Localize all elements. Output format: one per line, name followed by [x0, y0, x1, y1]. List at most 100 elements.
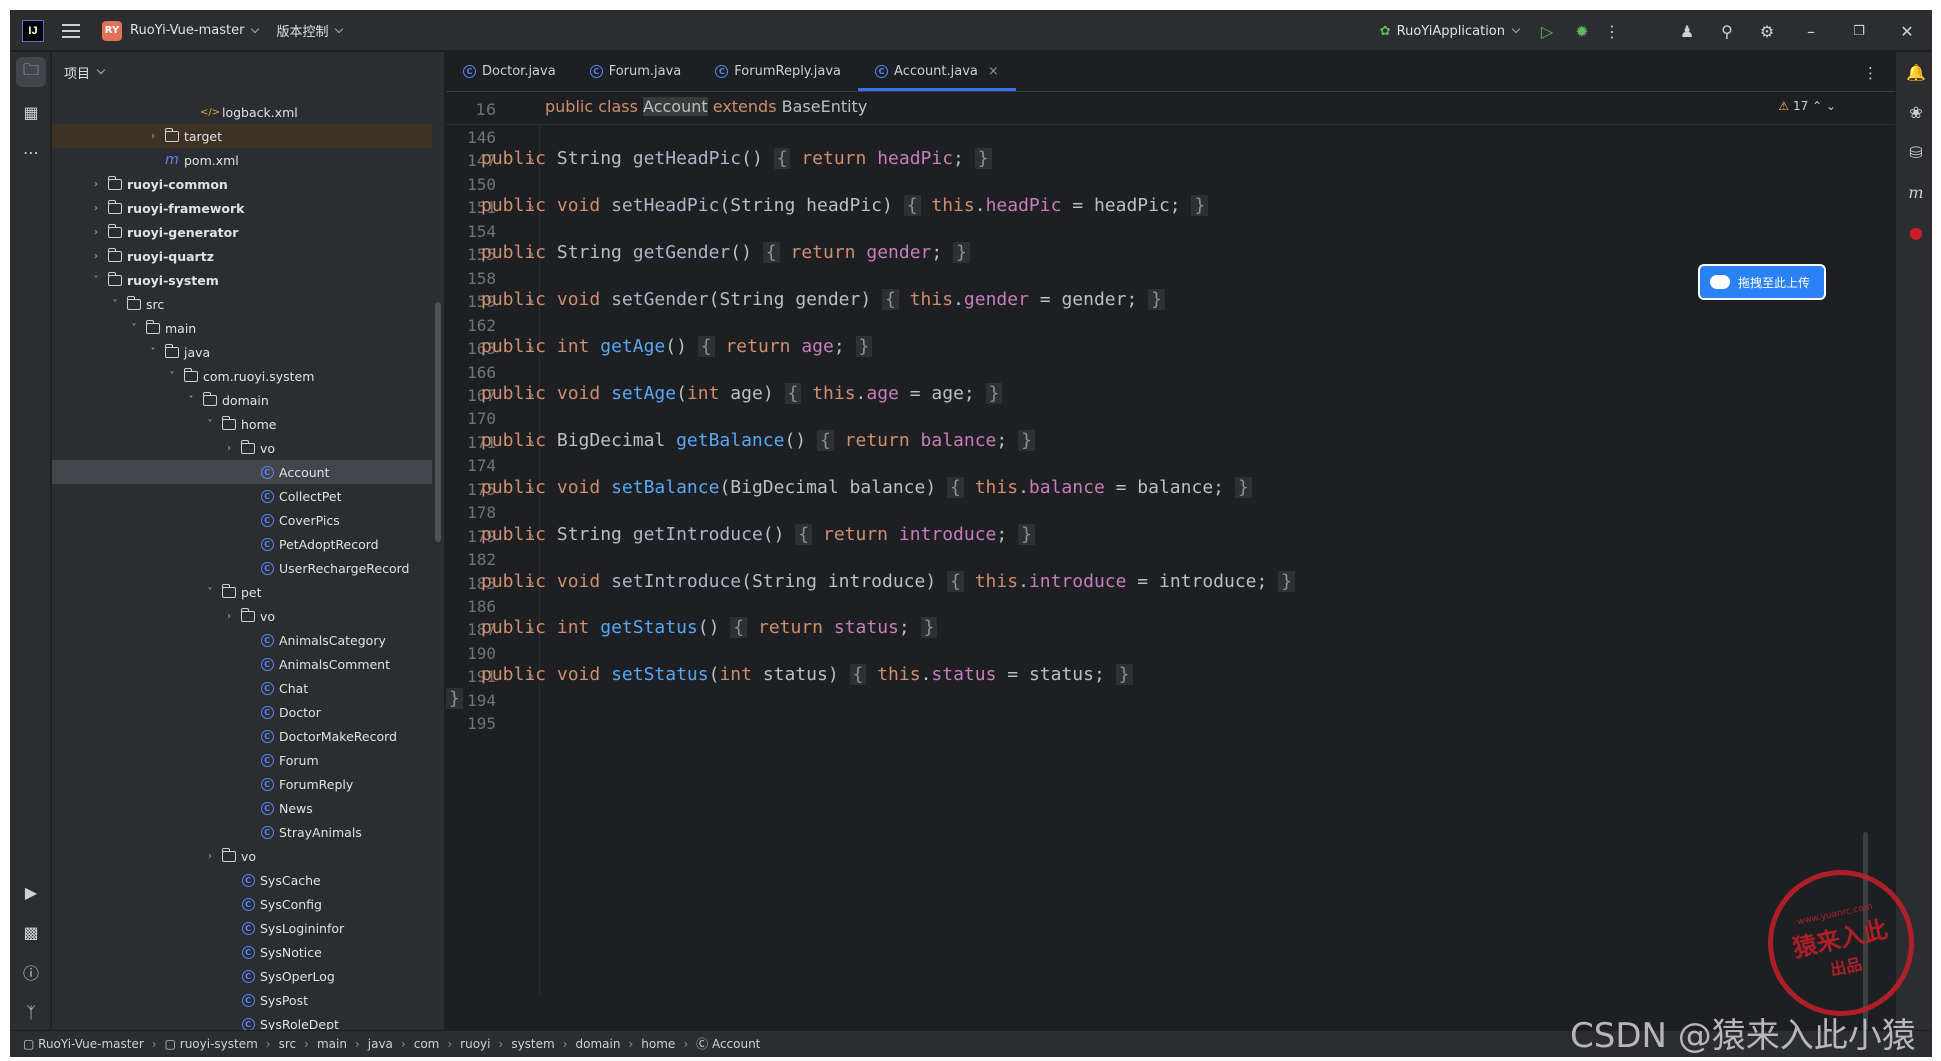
tree-item-ruoyi-quartz[interactable]: › ruoyi-quartz	[52, 244, 432, 268]
chevron-right-icon[interactable]	[243, 731, 253, 741]
chevron-right-icon[interactable]	[224, 947, 234, 957]
chevron-right-icon[interactable]	[224, 923, 234, 933]
tree-item-pet[interactable]: ˅ pet	[52, 580, 432, 604]
chevron-right-icon[interactable]	[224, 1019, 234, 1029]
breadcrumb-item[interactable]: com	[414, 1037, 440, 1051]
more-icon[interactable]: ⋮	[1597, 11, 1627, 51]
maven-icon[interactable]: m	[1896, 172, 1931, 212]
chevron-right-icon[interactable]	[243, 827, 253, 837]
debug-icon[interactable]: ✹	[1567, 11, 1597, 51]
breadcrumb-item[interactable]: ruoyi	[460, 1037, 490, 1051]
tree-item-coverpics[interactable]: C CoverPics	[52, 508, 432, 532]
tree-item-sysoperlog[interactable]: C SysOperLog	[52, 964, 432, 988]
tree-item-forum[interactable]: C Forum	[52, 748, 432, 772]
chevron-right-icon[interactable]: ›	[91, 203, 101, 214]
chevron-right-icon[interactable]	[243, 755, 253, 765]
tree-item-src[interactable]: ˅ src	[52, 292, 432, 316]
chevron-down-icon[interactable]: ˅	[167, 371, 177, 382]
tree-item-doctormakerecord[interactable]: C DoctorMakeRecord	[52, 724, 432, 748]
chevron-right-icon[interactable]	[243, 539, 253, 549]
chevron-right-icon[interactable]	[243, 563, 253, 573]
tree-item-sysnotice[interactable]: C SysNotice	[52, 940, 432, 964]
chevron-right-icon[interactable]: ›	[91, 179, 101, 190]
project-panel-header[interactable]: 项目	[52, 52, 444, 92]
upload-drop-button[interactable]: 拖拽至此上传	[1698, 264, 1826, 300]
tree-item-com-ruoyi-system[interactable]: ˅ com.ruoyi.system	[52, 364, 432, 388]
chevron-down-icon[interactable]: ˅	[205, 587, 215, 598]
settings-gear-icon[interactable]: ⚙	[1747, 11, 1787, 51]
tree-item-news[interactable]: C News	[52, 796, 432, 820]
breadcrumb-item[interactable]: ▢ RuoYi-Vue-master	[23, 1037, 144, 1051]
tree-item-pom-xml[interactable]: m pom.xml	[52, 148, 432, 172]
sticky-header-line[interactable]: 16 public class Account extends BaseEnti…	[446, 93, 1896, 125]
tree-item-sysconfig[interactable]: C SysConfig	[52, 892, 432, 916]
tree-item-vo[interactable]: › vo	[52, 844, 432, 868]
tab-account-java[interactable]: C Account.java ×	[858, 51, 1016, 91]
tab-forumreply-java[interactable]: C ForumReply.java	[698, 51, 858, 91]
chevron-down-icon[interactable]: ˅	[129, 323, 139, 334]
chevron-right-icon[interactable]: ›	[91, 227, 101, 238]
run-config-dropdown[interactable]: ✿ RuoYiApplication	[1380, 24, 1521, 39]
tree-item-strayanimals[interactable]: C StrayAnimals	[52, 820, 432, 844]
tree-item-syslogininfor[interactable]: C SysLogininfor	[52, 916, 432, 940]
tree-item-vo[interactable]: › vo	[52, 604, 432, 628]
chevron-down-icon[interactable]: ˅	[110, 299, 120, 310]
tab-doctor-java[interactable]: C Doctor.java	[446, 51, 573, 91]
project-folder-icon[interactable]: 🗀	[16, 57, 46, 87]
chevron-right-icon[interactable]	[243, 659, 253, 669]
add-user-icon[interactable]: ♟	[1667, 11, 1707, 51]
intellij-logo-icon[interactable]: IJ	[22, 19, 44, 42]
tree-item-sysroledept[interactable]: C SysRoleDept	[52, 1012, 432, 1032]
project-scrollbar[interactable]	[435, 302, 441, 542]
chevron-right-icon[interactable]	[224, 899, 234, 909]
tree-item-ruoyi-common[interactable]: › ruoyi-common	[52, 172, 432, 196]
breadcrumb-item[interactable]: src	[279, 1037, 297, 1051]
git-branch-icon[interactable]: ᛉ	[11, 992, 51, 1032]
restore-icon[interactable]: ❐	[1835, 11, 1883, 51]
tree-item-userrechargerecord[interactable]: C UserRechargeRecord	[52, 556, 432, 580]
run-icon[interactable]: ▷	[1527, 11, 1567, 51]
tabs-more-icon[interactable]: ⋮	[1863, 64, 1878, 82]
tree-item-domain[interactable]: ˅ domain	[52, 388, 432, 412]
chevron-right-icon[interactable]: ›	[224, 611, 234, 622]
tree-item-ruoyi-framework[interactable]: › ruoyi-framework	[52, 196, 432, 220]
vcs-dropdown[interactable]: 版本控制	[276, 21, 328, 40]
tree-item-animalscategory[interactable]: C AnimalsCategory	[52, 628, 432, 652]
chevron-right-icon[interactable]: ›	[224, 443, 234, 454]
terminal-icon[interactable]: ▩	[11, 912, 51, 952]
tree-item-home[interactable]: ˅ home	[52, 412, 432, 436]
chevron-right-icon[interactable]	[243, 803, 253, 813]
tree-item-forumreply[interactable]: C ForumReply	[52, 772, 432, 796]
breadcrumb-item[interactable]: java	[368, 1037, 393, 1051]
breadcrumb-item[interactable]: system	[511, 1037, 554, 1051]
chevron-down-icon[interactable]: ˅	[205, 419, 215, 430]
project-badge[interactable]: RY	[102, 20, 122, 41]
chevron-right-icon[interactable]	[224, 971, 234, 981]
tree-item-ruoyi-system[interactable]: ˅ ruoyi-system	[52, 268, 432, 292]
tree-item-vo[interactable]: › vo	[52, 436, 432, 460]
ai-assistant-icon[interactable]: ❀	[1896, 92, 1931, 132]
tree-item-chat[interactable]: C Chat	[52, 676, 432, 700]
tree-item-collectpet[interactable]: C CollectPet	[52, 484, 432, 508]
tree-item-target[interactable]: › target	[52, 124, 432, 148]
chevron-down-icon[interactable]: ˅	[91, 275, 101, 286]
plugin-icon[interactable]: ●	[1896, 212, 1931, 252]
problems-icon[interactable]: ⓘ	[11, 952, 51, 992]
tree-item-doctor[interactable]: C Doctor	[52, 700, 432, 724]
chevron-right-icon[interactable]	[243, 683, 253, 693]
tree-item-java[interactable]: ˅ java	[52, 340, 432, 364]
breadcrumb-item[interactable]: home	[641, 1037, 675, 1051]
tab-forum-java[interactable]: C Forum.java	[573, 51, 699, 91]
tree-item-logback-xml[interactable]: </> logback.xml	[52, 100, 432, 124]
project-name-dropdown[interactable]: RuoYi-Vue-master	[130, 23, 244, 38]
chevron-right-icon[interactable]	[186, 107, 196, 117]
chevron-right-icon[interactable]: ›	[91, 251, 101, 262]
search-icon[interactable]: ⚲	[1707, 11, 1747, 51]
chevron-down-icon[interactable]: ˅	[148, 347, 158, 358]
tree-item-syscache[interactable]: C SysCache	[52, 868, 432, 892]
chevron-right-icon[interactable]	[148, 155, 158, 165]
chevron-right-icon[interactable]	[243, 779, 253, 789]
tree-item-animalscomment[interactable]: C AnimalsComment	[52, 652, 432, 676]
chevron-right-icon[interactable]	[243, 707, 253, 717]
breadcrumb-item[interactable]: ▢ ruoyi-system	[165, 1037, 258, 1051]
